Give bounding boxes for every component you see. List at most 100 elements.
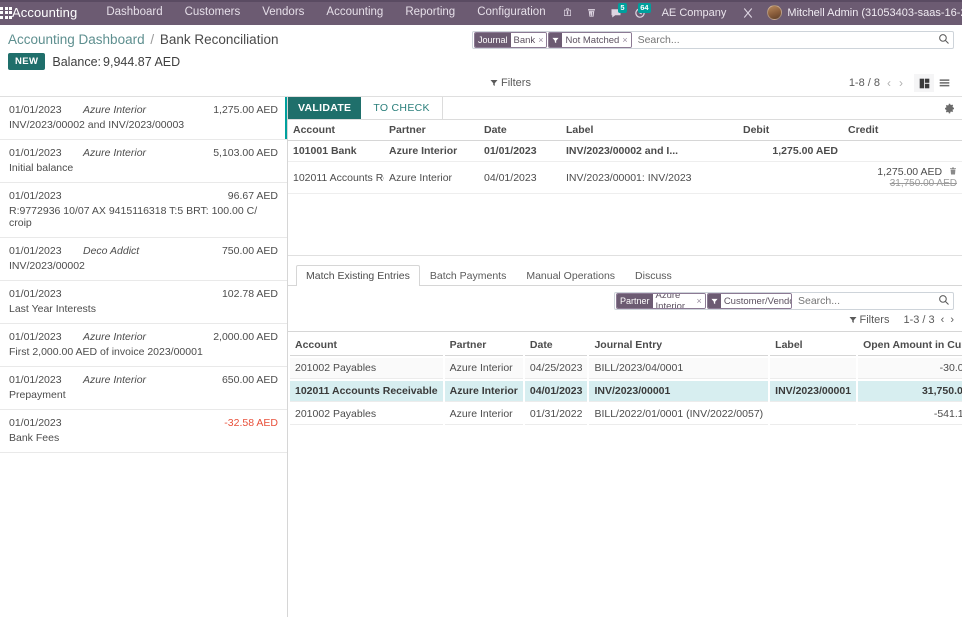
filter-icon xyxy=(549,33,562,47)
activities-count-badge: 64 xyxy=(638,3,650,13)
cell-open-amount-currency: -30.00 AED xyxy=(858,358,962,379)
enterprise-upgrade-icon[interactable] xyxy=(557,0,579,25)
table-row[interactable]: 201002 Payables Azure Interior 01/31/202… xyxy=(290,404,962,425)
cell-journal-entry: BILL/2022/01/0001 (INV/2022/0057) xyxy=(589,404,768,425)
match-entries-table: Account Partner Date Journal Entry Label… xyxy=(288,332,962,427)
search-icon[interactable] xyxy=(938,33,950,48)
settings-gear-icon[interactable] xyxy=(936,97,962,119)
activities-clock-icon[interactable]: 64 xyxy=(629,0,651,25)
statement-line-date: 01/01/2023 xyxy=(9,417,83,429)
user-menu[interactable]: Mitchell Admin (31053403-saas-16-2-all) xyxy=(761,5,962,20)
balance-value: 9,944.87 AED xyxy=(103,55,180,69)
nav-menu-reporting[interactable]: Reporting xyxy=(394,0,466,25)
facet-not-matched-remove-icon[interactable]: × xyxy=(622,35,627,45)
nav-menu-customers[interactable]: Customers xyxy=(174,0,252,25)
statement-line-amount: -32.58 AED xyxy=(224,417,278,429)
tab-match-existing-entries[interactable]: Match Existing Entries xyxy=(296,265,420,286)
cell-account: 201002 Payables xyxy=(290,404,443,425)
cell-credit-original-amount: 31,750.00 AED xyxy=(848,178,957,189)
validate-button[interactable]: VALIDATE xyxy=(288,97,361,119)
statement-line-partner: Deco Addict xyxy=(83,245,222,257)
tab-manual-operations[interactable]: Manual Operations xyxy=(516,265,625,286)
debug-tools-icon[interactable] xyxy=(737,0,759,25)
match-filters-button[interactable]: Filters xyxy=(849,314,890,326)
column-header-account: Account xyxy=(290,334,443,356)
facet-customer-vendor-value: Customer/Vendor × xyxy=(721,294,792,308)
statement-line[interactable]: 01/01/2023 Deco Addict 750.00 AED INV/20… xyxy=(0,238,287,281)
cell-label-link[interactable]: INV/2023/00001: INV/2023 xyxy=(561,162,738,194)
statement-line[interactable]: 01/01/2023 Azure Interior 650.00 AED Pre… xyxy=(0,367,287,410)
pager-previous-icon[interactable]: ‹ xyxy=(886,76,892,90)
match-searchbar[interactable]: Partner Azure Interior × Customer/Vendor… xyxy=(614,292,954,310)
kanban-view-icon[interactable] xyxy=(914,74,934,92)
facet-partner-value: Azure Interior × xyxy=(653,294,705,308)
statement-line-partner: Azure Interior xyxy=(83,374,222,386)
list-view-icon[interactable] xyxy=(934,74,954,92)
statement-line[interactable]: 01/01/2023 Azure Interior 1,275.00 AED I… xyxy=(0,97,287,140)
facet-partner-remove-icon[interactable]: × xyxy=(697,296,702,306)
messages-icon[interactable]: 5 xyxy=(605,0,627,25)
table-header-row: Account Partner Date Journal Entry Label… xyxy=(290,334,962,356)
column-header-label: Label xyxy=(770,334,856,356)
user-name-label: Mitchell Admin (31053403-saas-16-2-all) xyxy=(787,7,962,19)
app-brand[interactable]: Accounting xyxy=(12,5,77,20)
table-row[interactable]: 102011 Accounts Rece... Azure Interior 0… xyxy=(288,162,962,194)
breadcrumb-accounting-dashboard[interactable]: Accounting Dashboard xyxy=(8,32,145,47)
company-selector[interactable]: AE Company xyxy=(653,7,736,19)
cell-date: 04/25/2023 xyxy=(525,358,588,379)
cell-partner: Azure Interior xyxy=(445,358,523,379)
facet-not-matched-value-text: Not Matched xyxy=(565,35,619,46)
pager-next-icon[interactable]: › xyxy=(898,76,904,90)
table-row[interactable]: 201002 Payables Azure Interior 04/25/202… xyxy=(290,358,962,379)
table-row[interactable]: 102011 Accounts Receivable Azure Interio… xyxy=(290,381,962,402)
cell-partner: Azure Interior xyxy=(384,141,479,162)
statement-line[interactable]: 01/01/2023 96.67 AED R:9772936 10/07 AX … xyxy=(0,183,287,238)
statement-lines-list[interactable]: 01/01/2023 Azure Interior 1,275.00 AED I… xyxy=(0,97,288,617)
facet-partner[interactable]: Partner Azure Interior × xyxy=(616,293,706,309)
nav-menu-accounting[interactable]: Accounting xyxy=(315,0,394,25)
navbar-right-group: 5 64 AE Company Mitchell Admin (31053403… xyxy=(557,0,962,25)
cell-account: 101001 Bank xyxy=(288,141,384,162)
filters-button[interactable]: Filters xyxy=(490,77,531,89)
searchbar[interactable]: Journal Bank × Not Matched × xyxy=(472,31,954,49)
facet-partner-value-text: Azure Interior xyxy=(656,293,694,309)
facet-journal-remove-icon[interactable]: × xyxy=(538,35,543,45)
search-input[interactable] xyxy=(632,34,933,46)
table-row[interactable]: 101001 Bank Azure Interior 01/01/2023 IN… xyxy=(288,141,962,162)
tab-discuss[interactable]: Discuss xyxy=(625,265,682,286)
nav-menu-dashboard[interactable]: Dashboard xyxy=(95,0,173,25)
statement-line[interactable]: 01/01/2023 -32.58 AED Bank Fees xyxy=(0,410,287,453)
cell-open-amount-currency: 31,750.00 AED xyxy=(858,381,962,402)
match-pager-previous-icon[interactable]: ‹ xyxy=(941,314,945,326)
statement-line[interactable]: 01/01/2023 Azure Interior 2,000.00 AED F… xyxy=(0,324,287,367)
main-content: 01/01/2023 Azure Interior 1,275.00 AED I… xyxy=(0,97,962,617)
to-check-button[interactable]: TO CHECK xyxy=(361,97,442,119)
facet-customer-vendor[interactable]: Customer/Vendor × xyxy=(707,293,792,309)
cell-credit: 1,275.00 AED 31,750.00 AED xyxy=(843,162,962,194)
match-search-input[interactable] xyxy=(792,295,933,307)
statement-line-label: Bank Fees xyxy=(9,432,278,444)
statement-line-date: 01/01/2023 xyxy=(9,104,83,116)
apps-grid-icon[interactable] xyxy=(0,7,12,19)
statement-line-label: INV/2023/00002 and INV/2023/00003 xyxy=(9,119,278,131)
filter-icon xyxy=(708,294,721,308)
tab-batch-payments[interactable]: Batch Payments xyxy=(420,265,516,286)
column-header-partner: Partner xyxy=(384,120,479,141)
remove-line-trash-icon[interactable] xyxy=(949,167,957,178)
nav-menu-configuration[interactable]: Configuration xyxy=(466,0,556,25)
statement-line[interactable]: 01/01/2023 Azure Interior 5,103.00 AED I… xyxy=(0,140,287,183)
facet-not-matched-value: Not Matched × xyxy=(562,33,630,47)
table-header-row: Account Partner Date Label Debit Credit xyxy=(288,120,962,141)
statement-line-amount: 650.00 AED xyxy=(222,374,278,386)
match-pager-next-icon[interactable]: › xyxy=(950,314,954,326)
reconcile-tabs: Match Existing Entries Batch Payments Ma… xyxy=(288,256,962,286)
reminder-bell-icon[interactable] xyxy=(581,0,603,25)
new-button[interactable]: NEW xyxy=(8,53,45,70)
nav-menu-vendors[interactable]: Vendors xyxy=(251,0,315,25)
cell-label: INV/2023/00001 xyxy=(770,381,856,402)
column-header-journal-entry: Journal Entry xyxy=(589,334,768,356)
statement-line[interactable]: 01/01/2023 102.78 AED Last Year Interest… xyxy=(0,281,287,324)
facet-journal[interactable]: Journal Bank × xyxy=(474,32,547,48)
match-search-icon[interactable] xyxy=(938,294,950,309)
facet-not-matched[interactable]: Not Matched × xyxy=(548,32,631,48)
